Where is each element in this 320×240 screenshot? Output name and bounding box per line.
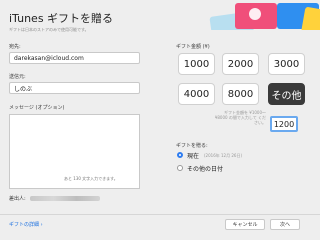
gift-card-yellow <box>301 6 320 30</box>
radio-now-date: (2016年 12月 26日) <box>204 153 243 158</box>
cancel-button[interactable]: キャンセル <box>225 219 265 230</box>
recipient-label: 宛先: <box>9 44 21 50</box>
amount-button-4000[interactable]: 4000 <box>178 83 215 105</box>
radio-now-label[interactable]: 現在 <box>187 151 199 160</box>
gift-cards-image <box>205 0 320 30</box>
page-title: iTunes ギフトを贈る <box>9 12 114 25</box>
custom-amount-field[interactable]: 1200 <box>270 116 298 132</box>
char-counter: あと 130 文字入力できます。 <box>64 176 118 181</box>
amount-button-other[interactable]: その他 <box>268 83 305 105</box>
sender-field[interactable]: しのぶ <box>9 82 140 94</box>
sender-label: 送信元: <box>9 74 26 80</box>
amount-note: ギフト金額を ¥1000〜 ¥8000 の間で入力して ください。 <box>214 110 266 125</box>
amount-button-1000[interactable]: 1000 <box>178 53 215 75</box>
gift-details-link[interactable]: ギフトの詳細 › <box>9 221 43 228</box>
amount-button-2000[interactable]: 2000 <box>222 53 259 75</box>
sender-name-blurred <box>30 196 100 201</box>
amount-button-8000[interactable]: 8000 <box>222 83 259 105</box>
message-label: メッセージ (オプション) <box>9 105 65 111</box>
page-subtitle: ギフトは日本のストアのみで使用可能です。 <box>9 27 89 32</box>
next-button[interactable]: 次へ <box>270 219 300 230</box>
chevron-right-icon: › <box>40 222 43 228</box>
apple-logo-icon <box>249 8 261 20</box>
send-label: ギフトを贈る: <box>176 143 208 149</box>
footer-divider <box>0 214 320 215</box>
amount-button-3000[interactable]: 3000 <box>268 53 305 75</box>
radio-now[interactable] <box>177 152 183 158</box>
recipient-field[interactable]: darekasan@icloud.com <box>9 52 140 64</box>
amount-label: ギフト金額 (¥) <box>176 44 210 50</box>
gift-details-link-text[interactable]: ギフトの詳細 <box>9 222 39 228</box>
radio-other-date[interactable] <box>177 165 183 171</box>
radio-other-date-label[interactable]: その他の日付 <box>187 164 223 173</box>
sender-name-label: 差出人: <box>9 196 26 202</box>
